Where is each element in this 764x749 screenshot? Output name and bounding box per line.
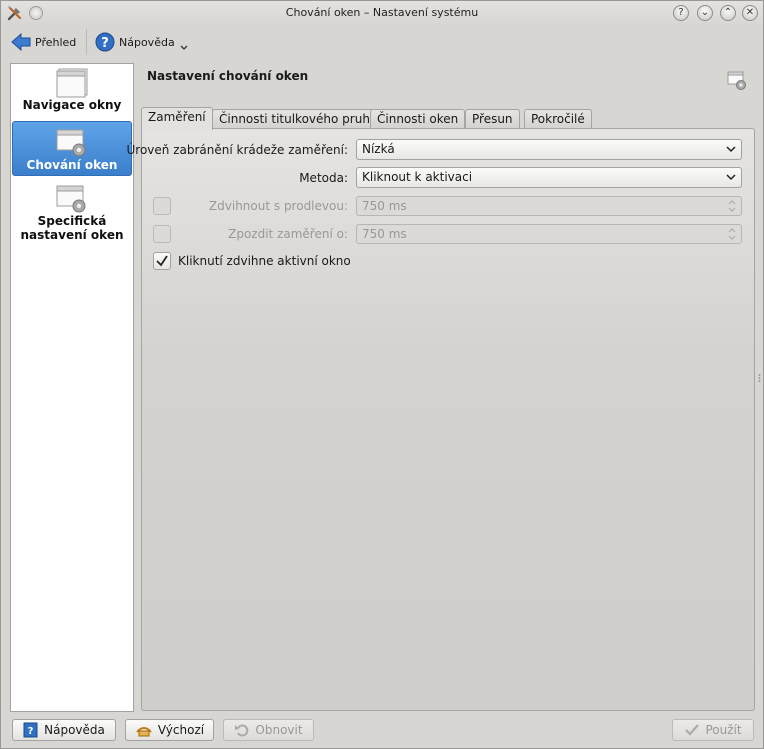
focus-stealing-combo[interactable]: Nízká: [356, 139, 742, 160]
spin-arrows-icon: [728, 200, 736, 212]
sidebar-item-window-behavior[interactable]: Chování oken: [12, 121, 132, 176]
focus-delay-spinbox[interactable]: 750 ms: [356, 224, 742, 244]
toolbar-separator: [86, 29, 87, 55]
sidebar-item-window-navigation[interactable]: Navigace okny: [12, 68, 132, 122]
tab-window-actions[interactable]: Činnosti oken: [370, 109, 466, 129]
focus-method-combo[interactable]: Kliknout k aktivaci: [356, 167, 742, 188]
title-bar[interactable]: Chování oken – Nastavení systému ? ⌄ ⌃ ✕: [1, 1, 763, 25]
defaults-button[interactable]: Výchozí: [125, 719, 214, 741]
overview-label: Přehled: [35, 35, 77, 49]
tab-focus[interactable]: Zaměření: [141, 107, 213, 130]
raise-delay-spinbox[interactable]: 750 ms: [356, 196, 742, 216]
page-title: Nastavení chování oken: [147, 69, 309, 83]
raise-delay-value: 750 ms: [362, 199, 407, 213]
settings-window: Chování oken – Nastavení systému ? ⌄ ⌃ ✕…: [0, 0, 764, 749]
sidebar-item-label: Chování oken: [26, 158, 118, 172]
category-sidebar: Navigace okny Chování oken Specifická na…: [10, 63, 134, 712]
chevron-down-icon: [726, 174, 736, 181]
reset-button[interactable]: Obnovit: [223, 719, 314, 741]
focus-stealing-value: Nízká: [362, 142, 395, 156]
apply-button-label: Použít: [705, 723, 742, 737]
help-icon[interactable]: ?: [673, 5, 689, 21]
svg-text:?: ?: [28, 726, 34, 737]
help-menu-button[interactable]: ? Nápověda: [95, 29, 189, 55]
help-button-label: Nápověda: [44, 723, 105, 737]
help-button[interactable]: ? Nápověda: [12, 719, 116, 741]
sidebar-item-label: Specifická nastavení oken: [20, 214, 124, 242]
back-arrow-icon: [11, 32, 31, 52]
module-icon: [727, 71, 746, 90]
tab-moving[interactable]: Přesun: [465, 109, 520, 129]
focus-method-label: Metoda:: [299, 171, 348, 185]
defaults-icon: [136, 727, 152, 737]
focus-delay-value: 750 ms: [362, 227, 407, 241]
chevron-down-icon: [726, 146, 736, 153]
tab-advanced[interactable]: Pokročilé: [524, 109, 592, 129]
spin-arrows-icon: [728, 228, 736, 240]
window-title: Chování oken – Nastavení systému: [285, 6, 479, 19]
help-circle-icon: ?: [95, 32, 115, 52]
chevron-down-icon: [180, 45, 188, 50]
sidebar-item-window-specific[interactable]: Specifická nastavení oken: [12, 184, 132, 246]
overview-button[interactable]: Přehled: [10, 29, 76, 55]
focus-delay-label: Zpozdit zaměření o:: [228, 227, 348, 241]
click-raise-label: Kliknutí zdvihne aktivní okno: [178, 254, 351, 268]
tab-titlebar-actions[interactable]: Činnosti titulkového pruhu: [212, 109, 385, 129]
svg-text:?: ?: [101, 36, 109, 51]
checkmark-icon: [156, 255, 168, 267]
help-label: Nápověda: [119, 35, 175, 49]
toolbar: Přehled ? Nápověda: [1, 25, 763, 59]
checkmark-icon: [685, 724, 700, 736]
resize-grip-icon[interactable]: [758, 373, 761, 383]
focus-stealing-label: Úroveň zabránění krádeže zaměření:: [126, 143, 349, 157]
apply-button[interactable]: Použít: [672, 719, 754, 741]
click-raise-checkbox[interactable]: [153, 252, 171, 270]
window-stack-icon: [56, 68, 88, 98]
sidebar-item-label: Navigace okny: [22, 98, 122, 112]
maximize-icon[interactable]: ⌃: [720, 5, 736, 21]
defaults-button-label: Výchozí: [157, 723, 205, 737]
help-book-icon: ?: [23, 722, 38, 738]
close-icon[interactable]: ✕: [742, 5, 758, 21]
window-settings-icon: [56, 185, 86, 213]
raise-delay-checkbox[interactable]: [153, 197, 171, 215]
reset-button-label: Obnovit: [255, 723, 303, 737]
raise-delay-label: Zdvihnout s prodlevou:: [208, 199, 348, 213]
window-gear-icon: [56, 129, 86, 157]
minimize-icon[interactable]: ⌄: [697, 5, 713, 21]
undo-icon: [235, 724, 249, 737]
focus-delay-checkbox[interactable]: [153, 225, 171, 243]
focus-method-value: Kliknout k aktivaci: [362, 170, 473, 184]
